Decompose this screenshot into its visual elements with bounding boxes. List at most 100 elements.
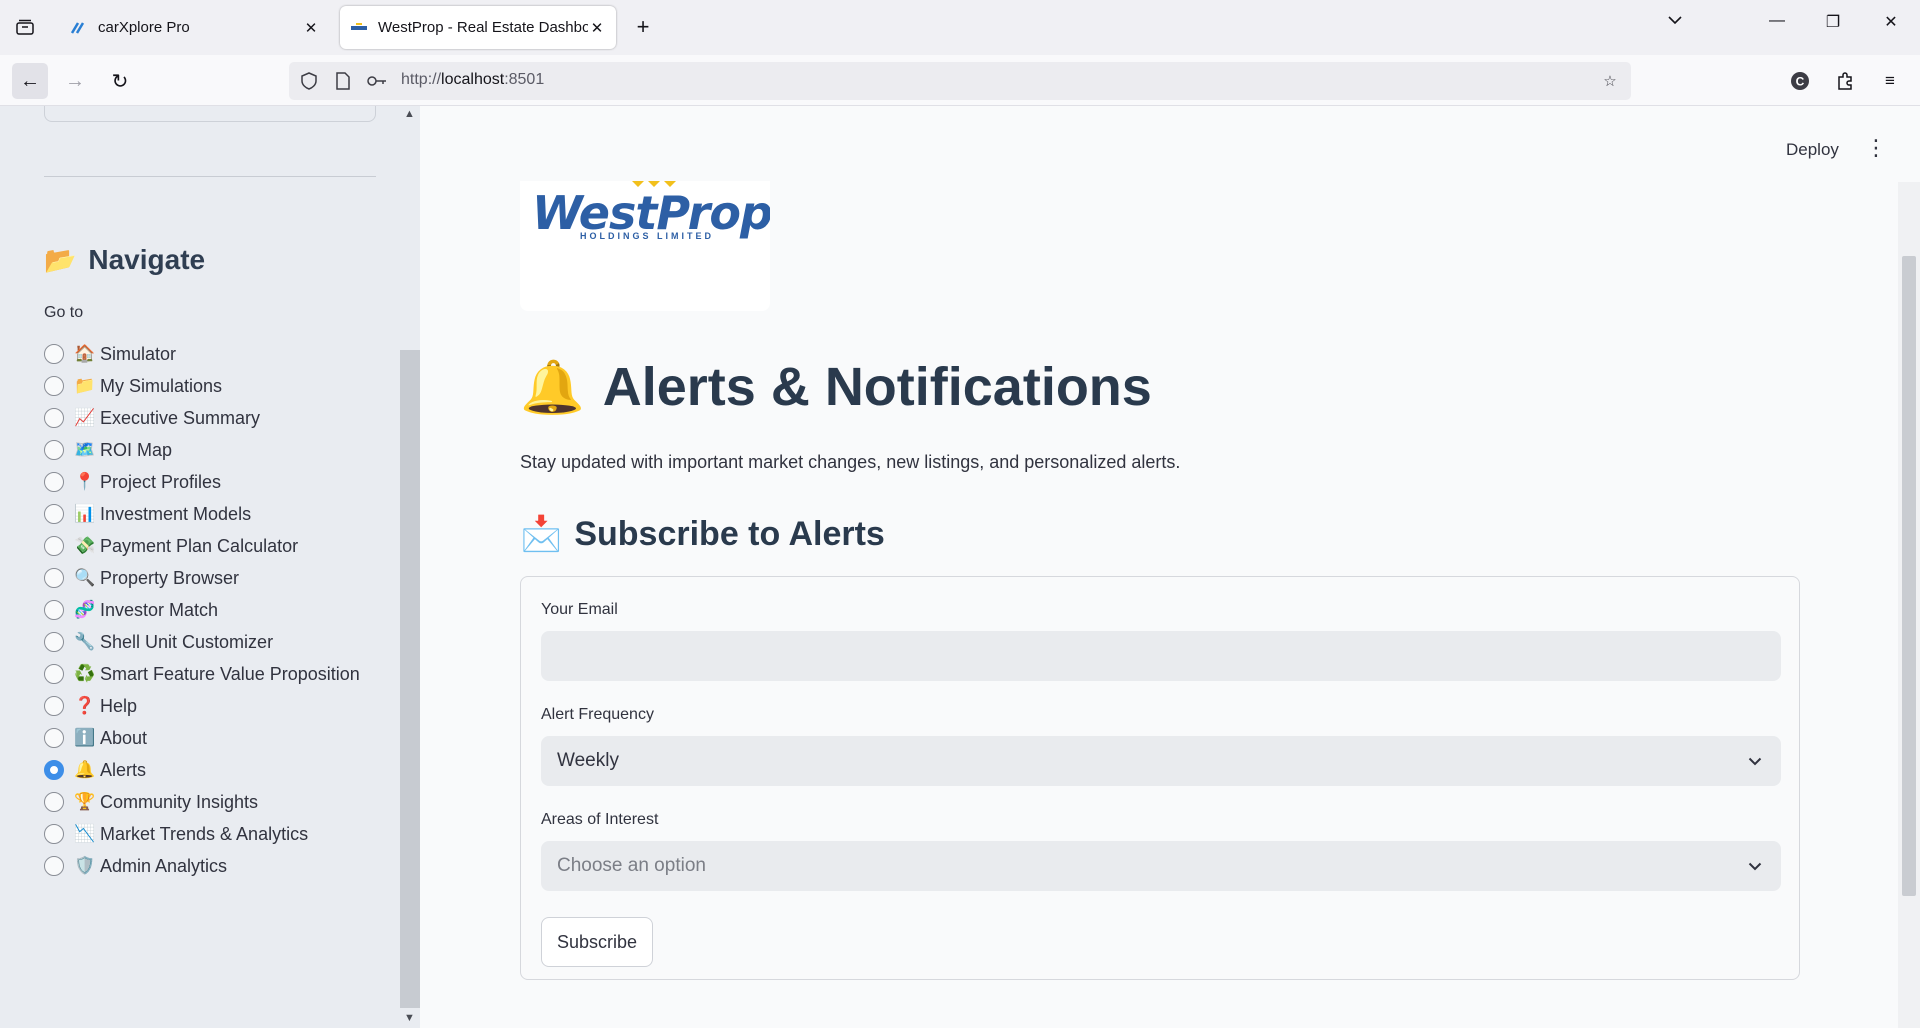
item-emoji-icon: ℹ️: [74, 728, 96, 747]
radio-unchecked-icon[interactable]: [44, 792, 64, 812]
new-tab-icon[interactable]: +: [630, 14, 656, 40]
sidebar-item-my-simulations[interactable]: 📁 My Simulations: [44, 370, 374, 402]
main-content: Deploy ⋮ WestProp HOLDINGS LIMITED 🔔 Ale…: [420, 106, 1920, 1028]
sidebar-item-smart-feature-value-proposition[interactable]: ♻️ Smart Feature Value Proposition: [44, 658, 374, 690]
bookmark-star-icon[interactable]: ☆: [1600, 71, 1620, 91]
sidebar-item-admin-analytics[interactable]: 🛡️ Admin Analytics: [44, 850, 374, 882]
radio-unchecked-icon[interactable]: [44, 664, 64, 684]
email-field[interactable]: [541, 631, 1781, 681]
sidebar-item-label: Simulator: [100, 344, 177, 364]
section-title-text: Subscribe to Alerts: [574, 514, 885, 553]
svg-text:C: C: [1796, 75, 1805, 89]
tab-overflow-chevron-icon[interactable]: [1660, 12, 1690, 30]
scroll-up-icon[interactable]: ▲: [404, 108, 415, 120]
sidebar-item-community-insights[interactable]: 🏆 Community Insights: [44, 786, 374, 818]
url-text[interactable]: http://localhost:8501: [401, 71, 544, 89]
sidebar-item-label: About: [100, 728, 148, 748]
item-emoji-icon: 📍: [74, 472, 96, 491]
item-emoji-icon: 🔍: [74, 568, 96, 587]
radio-checked-icon[interactable]: [44, 760, 64, 780]
folder-icon: 📂: [44, 244, 77, 275]
radio-unchecked-icon[interactable]: [44, 600, 64, 620]
main-scrollbar[interactable]: [1898, 182, 1920, 1028]
radio-unchecked-icon[interactable]: [44, 856, 64, 876]
browser-nav-bar: ← → ↻ http://localhost:8501 ☆ C ≡: [0, 55, 1920, 106]
more-options-icon[interactable]: ⋮: [1865, 137, 1887, 159]
sidebar-item-label: Shell Unit Customizer: [100, 632, 274, 652]
radio-unchecked-icon[interactable]: [44, 824, 64, 844]
close-icon[interactable]: ✕: [302, 19, 320, 37]
deploy-button[interactable]: Deploy: [1786, 140, 1839, 160]
item-emoji-icon: 🏆: [74, 792, 96, 811]
sidebar-item-about[interactable]: ℹ️ About: [44, 722, 374, 754]
sidebar-item-market-trends-analytics[interactable]: 📉 Market Trends & Analytics: [44, 818, 374, 850]
sidebar-scrollbar[interactable]: ▲ ▼: [400, 106, 420, 1028]
item-emoji-icon: 🧬: [74, 600, 96, 619]
scroll-down-icon[interactable]: ▼: [404, 1012, 415, 1024]
radio-unchecked-icon[interactable]: [44, 568, 64, 588]
sidebar-item-label: Smart Feature Value Proposition: [100, 664, 360, 684]
main-scroll-thumb[interactable]: [1902, 256, 1916, 896]
sidebar-item-executive-summary[interactable]: 📈 Executive Summary: [44, 402, 374, 434]
sidebar-item-label: Property Browser: [100, 568, 240, 588]
page-title: 🔔 Alerts & Notifications: [520, 356, 1152, 418]
tab-carxplore[interactable]: carXplore Pro ✕: [60, 6, 330, 49]
sidebar-item-roi-map[interactable]: 🗺️ ROI Map: [44, 434, 374, 466]
page-subtitle: Stay updated with important market chang…: [520, 452, 1181, 472]
nav-radio-group: 🏠 Simulator 📁 My Simulations 📈 Executive Summ…: [44, 338, 374, 882]
chevron-down-icon: [1745, 856, 1765, 876]
section-title: 📩 Subscribe to Alerts: [520, 514, 885, 554]
frequency-select[interactable]: Weekly: [541, 736, 1781, 786]
radio-unchecked-icon[interactable]: [44, 696, 64, 716]
sidebar-item-label: Investor Match: [100, 600, 219, 620]
browser-tab-bar: carXplore Pro ✕ WestProp - Real Estate D…: [0, 0, 1920, 55]
sidebar-item-payment-plan-calculator[interactable]: 💸 Payment Plan Calculator: [44, 530, 374, 562]
sidebar: 📂 Navigate Go to 🏠 Simulator 📁 My Simulatio…: [0, 106, 400, 1028]
item-emoji-icon: 📁: [74, 376, 96, 395]
sidebar-item-investment-models[interactable]: 📊 Investment Models: [44, 498, 374, 530]
radio-unchecked-icon[interactable]: [44, 728, 64, 748]
sidebar-item-investor-match[interactable]: 🧬 Investor Match: [44, 594, 374, 626]
westprop-logo: WestProp HOLDINGS LIMITED: [520, 181, 770, 311]
hamburger-menu-icon[interactable]: ≡: [1879, 70, 1901, 92]
radio-unchecked-icon[interactable]: [44, 632, 64, 652]
shield-icon[interactable]: [299, 71, 319, 91]
minimize-icon[interactable]: —: [1762, 12, 1792, 30]
sidebar-item-project-profiles[interactable]: 📍 Project Profiles: [44, 466, 374, 498]
sidebar-item-alerts[interactable]: 🔔 Alerts: [44, 754, 374, 786]
radio-unchecked-icon[interactable]: [44, 408, 64, 428]
page-info-icon[interactable]: [333, 71, 353, 91]
item-emoji-icon: 🔔: [74, 760, 96, 779]
radio-group-label: Go to: [44, 304, 84, 321]
sidebar-item-simulator[interactable]: 🏠 Simulator: [44, 338, 374, 370]
url-bar[interactable]: http://localhost:8501 ☆: [289, 62, 1631, 100]
close-icon[interactable]: ✕: [588, 19, 606, 37]
radio-unchecked-icon[interactable]: [44, 440, 64, 460]
key-icon[interactable]: [367, 71, 387, 91]
extensions-icon[interactable]: [1834, 70, 1856, 92]
forward-arrow-icon[interactable]: →: [57, 63, 93, 99]
sidebar-heading: 📂 Navigate: [44, 244, 205, 276]
radio-unchecked-icon[interactable]: [44, 536, 64, 556]
subscribe-button[interactable]: Subscribe: [541, 917, 654, 967]
tab-title: carXplore Pro: [98, 19, 190, 36]
radio-unchecked-icon[interactable]: [44, 344, 64, 364]
radio-unchecked-icon[interactable]: [44, 376, 64, 396]
sidebar-item-property-browser[interactable]: 🔍 Property Browser: [44, 562, 374, 594]
sidebar-item-shell-unit-customizer[interactable]: 🔧 Shell Unit Customizer: [44, 626, 374, 658]
areas-multiselect[interactable]: Choose an option: [541, 841, 1781, 891]
frequency-value: Weekly: [557, 750, 619, 771]
window-close-icon[interactable]: ✕: [1876, 12, 1906, 32]
sidebar-item-label: Alerts: [100, 760, 147, 780]
sidebar-scroll-thumb[interactable]: [400, 350, 420, 1008]
radio-unchecked-icon[interactable]: [44, 472, 64, 492]
back-arrow-icon[interactable]: ←: [12, 63, 48, 99]
tab-list-icon[interactable]: [12, 14, 38, 40]
radio-unchecked-icon[interactable]: [44, 504, 64, 524]
sidebar-item-help[interactable]: ❓ Help: [44, 690, 374, 722]
sidebar-divider: [44, 176, 376, 177]
account-icon[interactable]: C: [1789, 70, 1811, 92]
tab-westprop[interactable]: WestProp - Real Estate Dashboard ✕: [340, 6, 616, 49]
reload-icon[interactable]: ↻: [102, 63, 138, 99]
restore-icon[interactable]: ❐: [1818, 12, 1848, 32]
